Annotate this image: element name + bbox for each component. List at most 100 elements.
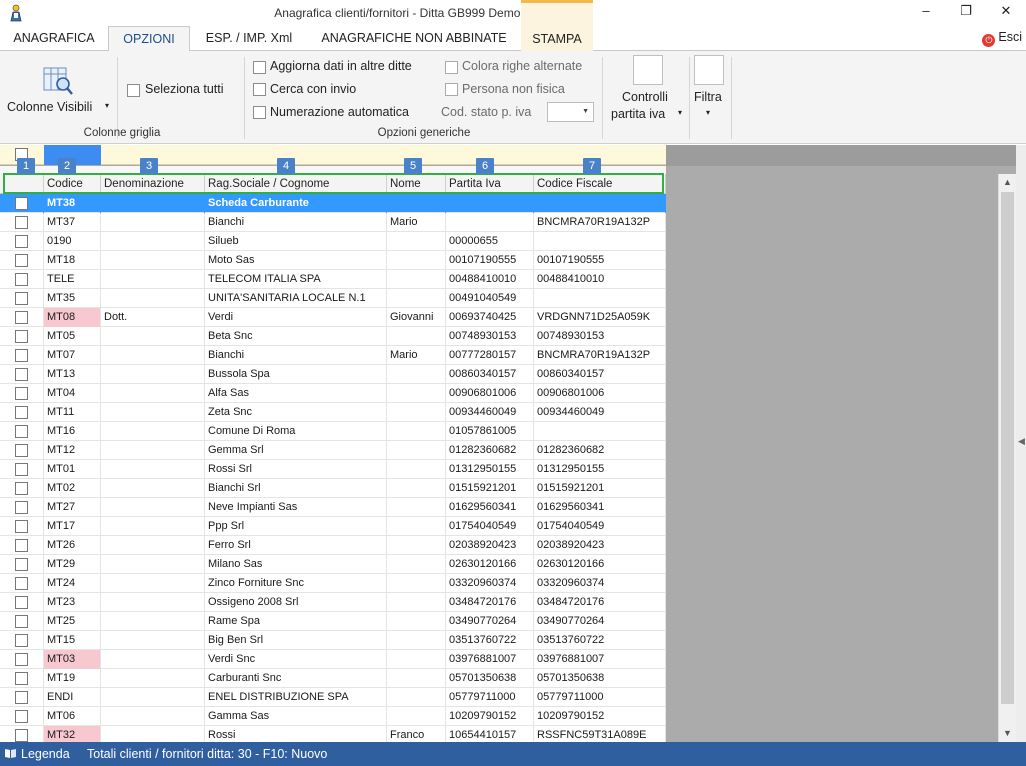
table-row[interactable]: MT03 Verdi Snc 03976881007 03976881007 xyxy=(0,650,666,669)
vertical-scrollbar[interactable]: ▲ ▼ xyxy=(998,174,1016,742)
minimize-button[interactable]: – xyxy=(906,0,946,24)
table-row[interactable]: 0190 Silueb 00000655 xyxy=(0,232,666,251)
row-checkbox[interactable] xyxy=(15,425,28,438)
row-checkbox[interactable] xyxy=(15,482,28,495)
scroll-up-icon[interactable]: ▲ xyxy=(999,174,1016,191)
table-row[interactable]: MT08 Dott. Verdi Giovanni 00693740425 VRDGNN7… xyxy=(0,308,666,327)
table-row[interactable]: MT35 UNITA'SANITARIA LOCALE N.1 0049104054… xyxy=(0,289,666,308)
row-checkbox[interactable] xyxy=(15,577,28,590)
column-header-partita-iva[interactable]: Partita Iva xyxy=(446,174,534,194)
row-checkbox[interactable] xyxy=(15,729,28,742)
table-row[interactable]: MT17 Ppp Srl 01754040549 01754040549 xyxy=(0,517,666,536)
colora-righe-checkbox[interactable] xyxy=(445,61,458,74)
scroll-down-icon[interactable]: ▼ xyxy=(999,725,1016,742)
table-row[interactable]: ENDI ENEL DISTRIBUZIONE SPA 05779711000 057… xyxy=(0,688,666,707)
table-row[interactable]: MT32 Rossi Franco 10654410157 RSSFNC59T31A08… xyxy=(0,726,666,742)
table-row[interactable]: MT24 Zinco Forniture Snc 03320960374 033209… xyxy=(0,574,666,593)
row-checkbox[interactable] xyxy=(15,710,28,723)
aggiorna-checkbox[interactable] xyxy=(253,61,266,74)
row-checkbox[interactable] xyxy=(15,463,28,476)
table-row[interactable]: MT12 Gemma Srl 01282360682 01282360682 xyxy=(0,441,666,460)
tab-anagrafica[interactable]: ANAGRAFICA xyxy=(0,26,108,51)
cell-nome xyxy=(387,707,446,726)
row-checkbox[interactable] xyxy=(15,691,28,704)
cod-stato-select[interactable]: ▼ xyxy=(547,102,594,122)
row-checkbox[interactable] xyxy=(15,520,28,533)
table-row[interactable]: MT25 Rame Spa 03490770264 03490770264 xyxy=(0,612,666,631)
tab-opzioni[interactable]: OPZIONI xyxy=(108,26,190,52)
row-checkbox[interactable] xyxy=(15,653,28,666)
row-checkbox[interactable] xyxy=(15,330,28,343)
cell-codice: MT23 xyxy=(44,593,101,612)
table-row[interactable]: MT16 Comune Di Roma 01057861005 xyxy=(0,422,666,441)
row-checkbox[interactable] xyxy=(15,273,28,286)
cell-nome: Franco xyxy=(387,726,446,742)
column-header-ragsoc[interactable]: Rag.Sociale / Cognome xyxy=(205,174,387,194)
numerazione-checkbox[interactable] xyxy=(253,106,266,119)
cell-denominazione xyxy=(101,213,205,232)
table-row[interactable]: MT15 Big Ben Srl 03513760722 03513760722 xyxy=(0,631,666,650)
row-checkbox[interactable] xyxy=(15,387,28,400)
tab-stampa[interactable]: STAMPA xyxy=(521,0,593,51)
table-row[interactable]: MT04 Alfa Sas 00906801006 00906801006 xyxy=(0,384,666,403)
row-checkbox[interactable] xyxy=(15,197,28,210)
column-header-nome[interactable]: Nome xyxy=(387,174,446,194)
restore-button[interactable]: ❐ xyxy=(946,0,986,24)
row-checkbox[interactable] xyxy=(15,406,28,419)
filter-row[interactable] xyxy=(0,145,666,165)
table-row[interactable]: MT01 Rossi Srl 01312950155 01312950155 xyxy=(0,460,666,479)
tab-esp-imp-xml[interactable]: ESP. / IMP. Xml xyxy=(190,26,308,51)
expand-panel-icon[interactable]: ◀ xyxy=(1018,436,1025,447)
colonne-visibili-button[interactable]: Colonne Visibili ▾ xyxy=(4,61,112,121)
seleziona-tutti-checkbox[interactable] xyxy=(127,84,140,97)
row-checkbox[interactable] xyxy=(15,634,28,647)
row-checkbox[interactable] xyxy=(15,672,28,685)
row-checkbox[interactable] xyxy=(15,558,28,571)
row-checkbox[interactable] xyxy=(15,311,28,324)
filtra-button[interactable]: Filtra ▾ xyxy=(692,55,728,125)
row-checkbox[interactable] xyxy=(15,235,28,248)
cerca-invio-checkbox[interactable] xyxy=(253,83,266,96)
row-checkbox[interactable] xyxy=(15,368,28,381)
row-checkbox[interactable] xyxy=(15,444,28,457)
tab-anagrafiche-non-abbinate[interactable]: ANAGRAFICHE NON ABBINATE xyxy=(308,26,520,51)
row-select-cell xyxy=(0,479,44,498)
table-row[interactable]: MT05 Beta Snc 00748930153 00748930153 xyxy=(0,327,666,346)
row-checkbox[interactable] xyxy=(15,539,28,552)
controlli-partita-iva-button[interactable]: Controlli partita iva ▾ xyxy=(606,55,688,125)
controlli-label-2: partita iva xyxy=(611,107,666,121)
row-checkbox[interactable] xyxy=(15,216,28,229)
column-header-codice-fiscale[interactable]: Codice Fiscale xyxy=(534,174,666,194)
close-button[interactable]: ✕ xyxy=(986,0,1026,24)
table-row[interactable]: MT02 Bianchi Srl 01515921201 01515921201 xyxy=(0,479,666,498)
table-row[interactable]: MT23 Ossigeno 2008 Srl 03484720176 03484720… xyxy=(0,593,666,612)
table-row[interactable]: MT07 Bianchi Mario 00777280157 BNCMRA70R19A1… xyxy=(0,346,666,365)
table-row[interactable]: MT13 Bussola Spa 00860340157 00860340157 xyxy=(0,365,666,384)
column-header-select[interactable] xyxy=(0,174,44,194)
row-checkbox[interactable] xyxy=(15,292,28,305)
exit-button[interactable]: ⏻ Esci xyxy=(982,30,1022,47)
cell-partita-iva: 02038920423 xyxy=(446,536,534,555)
table-row[interactable]: MT27 Neve Impianti Sas 01629560341 01629560… xyxy=(0,498,666,517)
row-checkbox[interactable] xyxy=(15,596,28,609)
column-header-codice[interactable]: Codice xyxy=(44,174,101,194)
table-row[interactable]: MT26 Ferro Srl 02038920423 02038920423 xyxy=(0,536,666,555)
legenda-link[interactable]: Legenda xyxy=(21,742,70,766)
scroll-thumb[interactable] xyxy=(1001,192,1014,704)
table-row[interactable]: MT38 Scheda Carburante xyxy=(0,194,666,213)
persona-non-fisica-checkbox[interactable] xyxy=(445,83,458,96)
row-checkbox[interactable] xyxy=(15,501,28,514)
cell-codice: MT19 xyxy=(44,669,101,688)
column-header-denominazione[interactable]: Denominazione xyxy=(101,174,205,194)
table-row[interactable]: TELE TELECOM ITALIA SPA 00488410010 0048841… xyxy=(0,270,666,289)
row-checkbox[interactable] xyxy=(15,254,28,267)
table-row[interactable]: MT11 Zeta Snc 00934460049 00934460049 xyxy=(0,403,666,422)
table-row[interactable]: MT18 Moto Sas 00107190555 00107190555 xyxy=(0,251,666,270)
table-row[interactable]: MT29 Milano Sas 02630120166 02630120166 xyxy=(0,555,666,574)
row-checkbox[interactable] xyxy=(15,349,28,362)
table-row[interactable]: MT19 Carburanti Snc 05701350638 05701350638 xyxy=(0,669,666,688)
table-row[interactable]: MT06 Gamma Sas 10209790152 10209790152 xyxy=(0,707,666,726)
table-row[interactable]: MT37 Bianchi Mario BNCMRA70R19A132P xyxy=(0,213,666,232)
row-checkbox[interactable] xyxy=(15,615,28,628)
cell-ragsoc: Bianchi xyxy=(205,346,387,365)
